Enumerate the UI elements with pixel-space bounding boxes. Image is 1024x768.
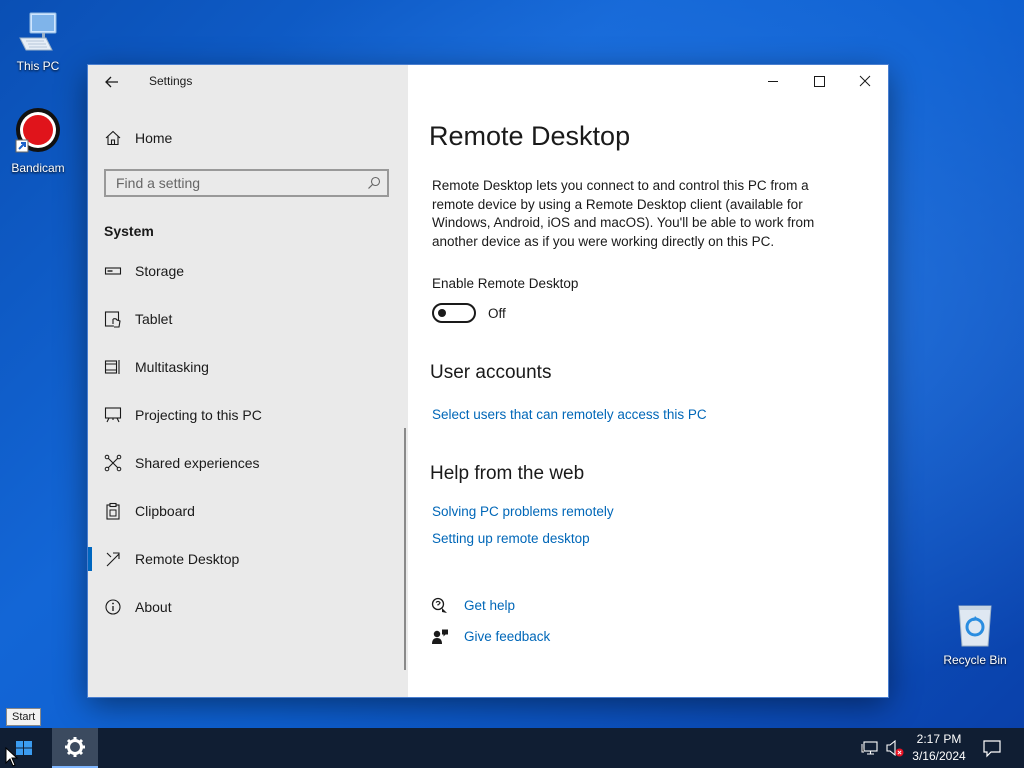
taskbar: 2:17 PM 3/16/2024 xyxy=(0,728,1024,768)
page-description: Remote Desktop lets you connect to and c… xyxy=(432,178,815,249)
remote-desktop-icon xyxy=(106,552,120,567)
sidebar-item-label: Storage xyxy=(135,263,185,279)
help-heading: Help from the web xyxy=(430,463,585,484)
get-help-link[interactable]: Get help xyxy=(464,598,515,613)
bandicam-icon xyxy=(0,106,76,159)
sidebar-item-shared-experiences[interactable]: Shared experiences xyxy=(88,443,408,483)
sidebar-item-projecting[interactable]: Projecting to this PC xyxy=(88,395,408,435)
solving-pc-problems-link[interactable]: Solving PC problems remotely xyxy=(432,504,614,519)
maximize-button[interactable] xyxy=(796,65,842,97)
desktop-icon-bandicam[interactable]: Bandicam xyxy=(0,106,76,175)
give-feedback-icon xyxy=(432,629,448,644)
sidebar-item-home[interactable]: Home xyxy=(88,118,408,158)
notifications-icon[interactable] xyxy=(982,738,1002,758)
enable-remote-desktop-label: Enable Remote Desktop xyxy=(432,276,579,291)
sidebar-item-clipboard[interactable]: Clipboard xyxy=(88,491,408,531)
computer-icon xyxy=(0,10,76,57)
shared-experiences-icon xyxy=(104,454,122,472)
back-arrow-icon xyxy=(105,76,118,88)
desktop-icon-recycle-bin[interactable]: Recycle Bin xyxy=(937,602,1013,667)
sidebar-item-about[interactable]: About xyxy=(88,587,408,627)
storage-icon xyxy=(104,267,122,275)
sidebar-scrollbar[interactable] xyxy=(404,428,406,670)
main-content: Remote Desktop Remote Desktop lets you c… xyxy=(408,65,888,697)
sidebar-item-multitasking[interactable]: Multitasking xyxy=(88,347,408,387)
setting-up-remote-desktop-link[interactable]: Setting up remote desktop xyxy=(432,531,590,546)
close-icon xyxy=(859,75,871,87)
clock-date: 3/16/2024 xyxy=(912,749,966,763)
search-box[interactable] xyxy=(104,169,389,197)
give-feedback-link[interactable]: Give feedback xyxy=(464,629,550,644)
section-title: System xyxy=(104,223,154,239)
sidebar: Settings Home System Storage xyxy=(88,65,408,697)
sidebar-item-label: Home xyxy=(135,130,173,146)
sidebar-item-label: Tablet xyxy=(135,311,173,327)
window-title: Settings xyxy=(149,74,193,88)
minimize-icon xyxy=(768,81,778,82)
back-button[interactable] xyxy=(100,70,124,94)
sidebar-item-label: About xyxy=(135,599,172,615)
toggle-state-label: Off xyxy=(488,306,506,321)
sidebar-item-storage[interactable]: Storage xyxy=(88,251,408,291)
projecting-icon xyxy=(104,407,122,423)
desktop-icon-label: This PC xyxy=(16,59,60,73)
page-title: Remote Desktop xyxy=(429,121,631,151)
get-help-icon xyxy=(431,597,447,613)
sidebar-item-label: Clipboard xyxy=(135,503,195,519)
search-icon xyxy=(368,176,381,189)
remote-desktop-toggle[interactable] xyxy=(432,303,476,323)
sidebar-item-label: Remote Desktop xyxy=(135,551,240,567)
sidebar-item-tablet[interactable]: Tablet xyxy=(88,299,408,339)
clipboard-icon xyxy=(106,502,120,520)
select-users-link[interactable]: Select users that can remotely access th… xyxy=(432,407,707,422)
desktop-icon-label: Bandicam xyxy=(11,161,65,175)
desktop-icon-this-pc[interactable]: This PC xyxy=(0,10,76,73)
mouse-cursor-icon xyxy=(5,747,19,767)
sidebar-item-label: Shared experiences xyxy=(135,455,260,471)
multitasking-icon xyxy=(104,360,120,374)
network-icon[interactable] xyxy=(861,738,881,758)
minimize-button[interactable] xyxy=(750,65,796,97)
desktop-icon-label: Recycle Bin xyxy=(943,653,1007,667)
search-input[interactable] xyxy=(106,171,356,195)
taskbar-clock[interactable]: 2:17 PM 3/16/2024 xyxy=(905,731,973,765)
tablet-icon xyxy=(104,311,121,328)
maximize-icon xyxy=(814,76,825,87)
recycle-bin-icon xyxy=(937,602,1013,651)
start-tooltip: Start xyxy=(6,708,42,726)
taskbar-settings-app[interactable] xyxy=(52,728,98,768)
close-button[interactable] xyxy=(842,65,888,97)
volume-muted-icon[interactable] xyxy=(885,738,905,758)
home-icon xyxy=(105,130,121,146)
settings-window: Settings Home System Storage xyxy=(88,65,888,697)
sidebar-item-label: Multitasking xyxy=(135,359,209,375)
user-accounts-heading: User accounts xyxy=(430,362,552,383)
toggle-knob xyxy=(438,309,446,317)
info-icon xyxy=(105,599,121,615)
clock-time: 2:17 PM xyxy=(916,732,962,746)
gear-icon xyxy=(65,737,85,757)
sidebar-item-label: Projecting to this PC xyxy=(135,407,262,423)
sidebar-item-remote-desktop[interactable]: Remote Desktop xyxy=(88,539,408,579)
